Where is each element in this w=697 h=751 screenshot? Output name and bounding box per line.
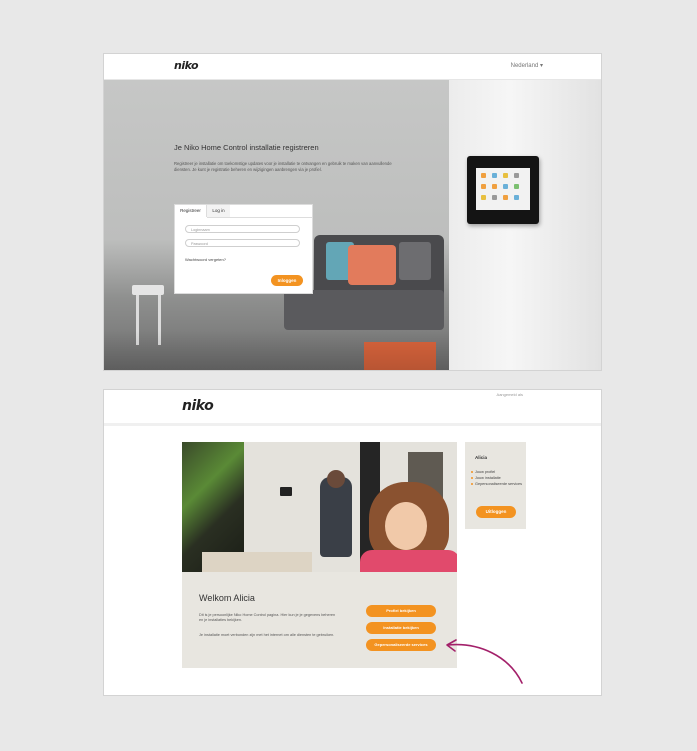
username-input[interactable]: Loginnaam (185, 225, 300, 233)
header: niko Aangemeld als (104, 390, 601, 426)
app-icon (514, 195, 519, 200)
app-icon (481, 173, 486, 178)
bench (202, 552, 312, 572)
welcome-text: Dit is je persoonlijke Niko Home Control… (199, 613, 336, 622)
tab-register[interactable]: Registreer (175, 205, 207, 217)
niko-logo[interactable]: niko (174, 59, 199, 72)
adult-head (327, 470, 345, 488)
language-selector[interactable]: Nederland ▾ (511, 62, 543, 69)
tab-login[interactable]: Log in (207, 205, 230, 218)
floor (104, 330, 449, 370)
pillow (399, 242, 431, 280)
sidebar-item-services[interactable]: Gepersonaliseerde services (471, 482, 523, 487)
header: niko Nederland ▾ (104, 54, 601, 80)
password-input[interactable]: Paswoord (185, 239, 300, 247)
sidebar-item-installation[interactable]: Jouw installatie (471, 476, 523, 481)
niko-logo[interactable]: niko (182, 398, 214, 414)
login-button[interactable]: Inloggen (271, 275, 303, 286)
app-icon (503, 184, 508, 189)
adult-figure (320, 477, 352, 557)
welcome-screenshot: niko Aangemeld als Welkom Alicia Dit is … (104, 390, 601, 695)
side-table (132, 285, 164, 295)
app-icon (503, 173, 508, 178)
view-installation-button[interactable]: Installatie bekijken (366, 622, 436, 634)
app-icon (514, 184, 519, 189)
device-screen (476, 168, 530, 210)
personalized-services-button[interactable]: Gepersonaliseerde services (366, 639, 436, 651)
girl-face (385, 502, 427, 550)
login-box: Registreer Log in Loginnaam Paswoord Wac… (174, 204, 313, 294)
page-title: Je Niko Home Control installatie registr… (174, 143, 319, 152)
forgot-password-link[interactable]: Wachtwoord vergeten? (185, 257, 226, 262)
app-icon (481, 184, 486, 189)
sofa-seat (284, 290, 444, 330)
app-icon (481, 195, 486, 200)
family-photo (182, 442, 457, 572)
app-icon (492, 184, 497, 189)
welcome-text: Je installatie moet verbonden zijn met h… (199, 633, 335, 637)
sidebar-username: Alicia (475, 455, 488, 460)
chevron-down-icon: ▾ (539, 63, 543, 69)
touchscreen-device-image (467, 156, 539, 224)
language-label: Nederland (510, 63, 539, 69)
sidebar: Alicia Jouw profiel Jouw installatie Gep… (465, 442, 526, 529)
wall-image (449, 80, 601, 370)
sidebar-item-profile[interactable]: Jouw profiel (471, 470, 523, 475)
view-profile-button[interactable]: Profiel bekijken (366, 605, 436, 617)
app-icon (514, 173, 519, 178)
app-icon (503, 195, 508, 200)
registration-screenshot: niko Nederland ▾ Je Niko Home Control in… (104, 54, 601, 370)
app-icon (492, 173, 497, 178)
intro-text: Registreer je installatie om toekomstige… (174, 161, 392, 172)
annotation-arrow (446, 639, 523, 684)
pillow (348, 245, 396, 285)
app-icon (492, 195, 497, 200)
divider (230, 217, 312, 218)
girl-body (360, 550, 457, 572)
wall-controller (280, 487, 292, 496)
account-info: Aangemeld als (496, 392, 523, 397)
welcome-title: Welkom Alicia (199, 593, 255, 603)
logout-button[interactable]: Uitloggen (476, 506, 516, 518)
